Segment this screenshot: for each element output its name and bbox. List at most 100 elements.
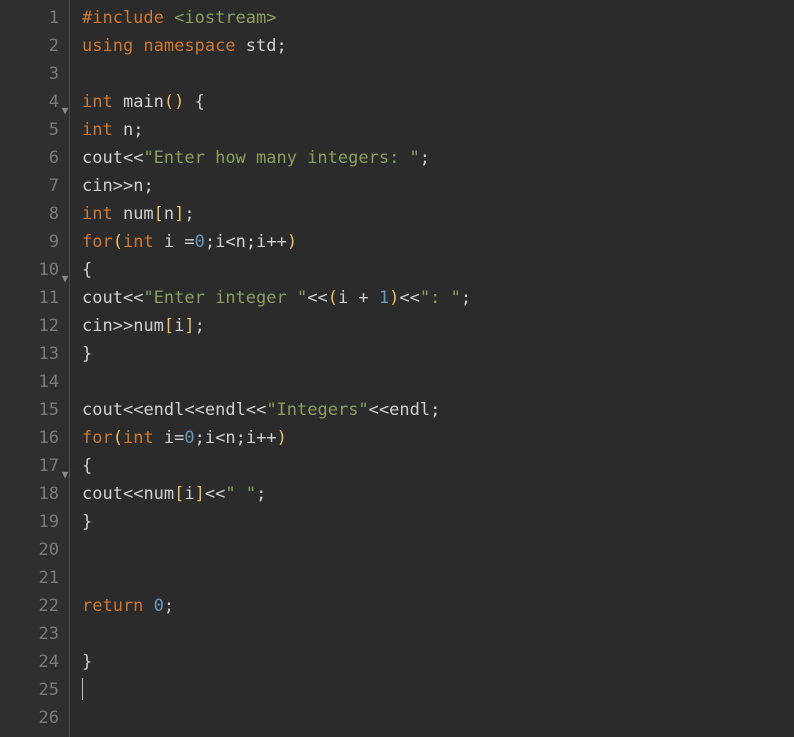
code-token: 0 bbox=[154, 596, 164, 616]
code-token: for bbox=[82, 428, 113, 448]
code-line[interactable]: cout<<"Enter how many integers: "; bbox=[82, 144, 794, 172]
code-token: 1 bbox=[379, 288, 389, 308]
code-token: = bbox=[184, 232, 194, 252]
code-token: cin bbox=[82, 176, 113, 196]
code-token: { bbox=[195, 92, 205, 112]
code-token: << bbox=[123, 148, 143, 168]
code-line[interactable]: { bbox=[82, 256, 794, 284]
code-token: i bbox=[174, 316, 184, 336]
code-token: std bbox=[246, 36, 277, 56]
fold-toggle-icon[interactable]: ▼ bbox=[60, 265, 70, 293]
code-token: + bbox=[358, 288, 378, 308]
line-number: 10 bbox=[0, 256, 59, 284]
code-editor-area[interactable]: #include <iostream>using namespace std;i… bbox=[70, 0, 794, 737]
line-number: 25 bbox=[0, 676, 59, 704]
code-token: ; bbox=[184, 204, 194, 224]
code-token: cin bbox=[82, 316, 113, 336]
code-token: ; bbox=[420, 148, 430, 168]
code-line[interactable]: using namespace std; bbox=[82, 32, 794, 60]
code-line[interactable] bbox=[82, 536, 794, 564]
code-token: ] bbox=[195, 484, 205, 504]
code-token: << bbox=[205, 484, 225, 504]
code-token: cout bbox=[82, 148, 123, 168]
code-token: num bbox=[133, 316, 164, 336]
line-number: 19 bbox=[0, 508, 59, 536]
code-line[interactable] bbox=[82, 564, 794, 592]
code-token: ; bbox=[195, 428, 205, 448]
code-token: n bbox=[123, 120, 133, 140]
code-line[interactable]: { bbox=[82, 452, 794, 480]
code-token: n bbox=[164, 204, 174, 224]
fold-toggle-icon[interactable]: ▼ bbox=[60, 461, 70, 489]
code-line[interactable]: return 0; bbox=[82, 592, 794, 620]
code-token: <iostream> bbox=[174, 8, 276, 28]
code-token: i bbox=[184, 484, 194, 504]
code-token: ": " bbox=[420, 288, 461, 308]
text-cursor bbox=[82, 678, 83, 700]
code-token: ; bbox=[461, 288, 471, 308]
line-number: 14 bbox=[0, 368, 59, 396]
code-token: "Integers" bbox=[266, 400, 368, 420]
code-line[interactable]: int n; bbox=[82, 116, 794, 144]
line-number-gutter: 1234567891011121314151617181920212223242… bbox=[0, 0, 70, 737]
code-token: #include bbox=[82, 8, 174, 28]
line-number: 9 bbox=[0, 228, 59, 256]
code-line[interactable] bbox=[82, 368, 794, 396]
code-token: return bbox=[82, 596, 154, 616]
code-token: n bbox=[225, 428, 235, 448]
code-token: int bbox=[82, 204, 123, 224]
code-line[interactable]: cin>>n; bbox=[82, 172, 794, 200]
code-token: << bbox=[369, 400, 389, 420]
code-token: ( bbox=[328, 288, 338, 308]
code-line[interactable]: cout<<"Enter integer "<<(i + 1)<<": "; bbox=[82, 284, 794, 312]
line-number: 7 bbox=[0, 172, 59, 200]
code-token: { bbox=[82, 260, 92, 280]
code-token: ; bbox=[133, 120, 143, 140]
code-token: "Enter integer " bbox=[143, 288, 307, 308]
code-token: << bbox=[123, 288, 143, 308]
code-line[interactable]: cin>>num[i]; bbox=[82, 312, 794, 340]
code-line[interactable]: } bbox=[82, 508, 794, 536]
code-token: endl bbox=[389, 400, 430, 420]
code-token: n bbox=[133, 176, 143, 196]
fold-toggle-icon[interactable]: ▼ bbox=[60, 97, 70, 125]
code-line[interactable]: #include <iostream> bbox=[82, 4, 794, 32]
code-token: << bbox=[123, 484, 143, 504]
code-token: } bbox=[82, 512, 92, 532]
code-line[interactable] bbox=[82, 676, 794, 704]
line-number: 21 bbox=[0, 564, 59, 592]
code-token: ++ bbox=[266, 232, 286, 252]
code-token: main bbox=[123, 92, 164, 112]
code-line[interactable]: for(int i=0;i<n;i++) bbox=[82, 424, 794, 452]
code-token: namespace bbox=[143, 36, 245, 56]
code-line[interactable]: cout<<num[i]<<" "; bbox=[82, 480, 794, 508]
code-token: i bbox=[338, 288, 358, 308]
code-token: ++ bbox=[256, 428, 276, 448]
code-token: n bbox=[236, 232, 246, 252]
code-line[interactable] bbox=[82, 60, 794, 88]
code-line[interactable] bbox=[82, 704, 794, 732]
code-token: ; bbox=[256, 484, 266, 504]
line-number: 22 bbox=[0, 592, 59, 620]
code-token: } bbox=[82, 344, 92, 364]
code-token: >> bbox=[113, 316, 133, 336]
code-token: ] bbox=[184, 316, 194, 336]
line-number: 1 bbox=[0, 4, 59, 32]
code-token: = bbox=[174, 428, 184, 448]
code-line[interactable]: } bbox=[82, 340, 794, 368]
code-line[interactable]: for(int i =0;i<n;i++) bbox=[82, 228, 794, 256]
line-number: 6 bbox=[0, 144, 59, 172]
code-token: >> bbox=[113, 176, 133, 196]
code-line[interactable]: int num[n]; bbox=[82, 200, 794, 228]
code-token: i bbox=[205, 428, 215, 448]
code-line[interactable]: cout<<endl<<endl<<"Integers"<<endl; bbox=[82, 396, 794, 424]
code-token: ; bbox=[143, 176, 153, 196]
code-token: int bbox=[82, 120, 123, 140]
code-token: ; bbox=[164, 596, 174, 616]
code-token: ( bbox=[113, 232, 123, 252]
code-token: ( bbox=[113, 428, 123, 448]
code-line[interactable]: int main() { bbox=[82, 88, 794, 116]
code-line[interactable]: } bbox=[82, 648, 794, 676]
code-line[interactable] bbox=[82, 620, 794, 648]
code-token: using bbox=[82, 36, 143, 56]
